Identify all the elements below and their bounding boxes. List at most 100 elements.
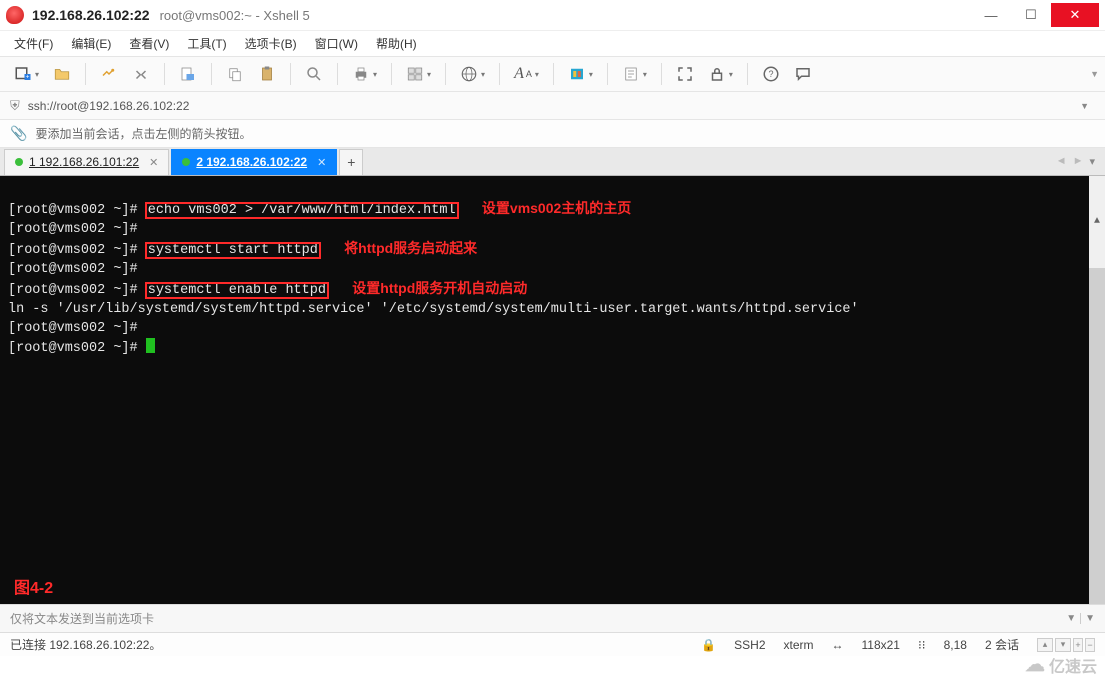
cursor-pos-icon: ⁝⁝: [918, 638, 926, 652]
tab-list-icon[interactable]: ▾: [1089, 155, 1095, 168]
new-session-button[interactable]: +▾: [10, 63, 43, 85]
separator: [661, 63, 662, 85]
session-add-button[interactable]: +: [1073, 638, 1083, 652]
help-button[interactable]: ?: [758, 63, 784, 85]
session-tab-2[interactable]: 2 192.168.26.102:22 ✕: [171, 149, 337, 175]
script-button[interactable]: ▾: [618, 63, 651, 85]
lock-button[interactable]: ▾: [704, 63, 737, 85]
separator: [85, 63, 86, 85]
watermark: ☁ 亿速云: [1025, 652, 1097, 677]
terminal-output: ln -s '/usr/lib/systemd/system/httpd.ser…: [8, 302, 859, 317]
toolbar: +▾ ▾ ▾ ▾ AA▾ ▾ ▾ ▾ ? ▼: [0, 56, 1105, 92]
session-tab-1[interactable]: 1 192.168.26.101:22 ✕: [4, 149, 169, 175]
tab-prev-icon[interactable]: ◄: [1056, 155, 1067, 168]
send-target-text[interactable]: 仅将文本发送到当前选项卡: [10, 610, 154, 627]
status-size: 118x21: [862, 638, 900, 652]
separator: [391, 63, 392, 85]
find-button[interactable]: [301, 63, 327, 85]
status-connection: 已连接 192.168.26.102:22。: [10, 636, 161, 653]
font-button[interactable]: AA▾: [510, 63, 543, 85]
session-tab-label: 2 192.168.26.102:22: [196, 155, 307, 169]
command-enable-httpd: systemctl enable httpd: [146, 283, 328, 298]
encoding-button[interactable]: ▾: [456, 63, 489, 85]
maximize-button[interactable]: ☐: [1011, 3, 1051, 27]
separator: [499, 63, 500, 85]
disconnect-button[interactable]: [128, 63, 154, 85]
terminal-pane[interactable]: [root@vms002 ~]# echo vms002 > /var/www/…: [0, 176, 1105, 604]
color-scheme-button[interactable]: ▾: [564, 63, 597, 85]
separator: [445, 63, 446, 85]
shield-icon: ⛨: [10, 98, 20, 114]
menu-bar: 文件(F) 编辑(E) 查看(V) 工具(T) 选项卡(B) 窗口(W) 帮助(…: [0, 30, 1105, 56]
session-tab-label: 1 192.168.26.101:22: [29, 155, 139, 169]
watermark-text: 亿速云: [1049, 653, 1097, 677]
command-echo: echo vms002 > /var/www/html/index.html: [146, 203, 458, 218]
prompt: [root@vms002 ~]#: [8, 203, 146, 218]
session-remove-button[interactable]: −: [1085, 638, 1095, 652]
annotation-enable: 设置httpd服务开机自动启动: [352, 280, 527, 296]
address-dropdown[interactable]: ▼: [1074, 101, 1095, 111]
prompt: [root@vms002 ~]#: [8, 321, 138, 336]
hint-bar: 📎 要添加当前会话，点击左侧的箭头按钮。: [0, 120, 1105, 148]
menu-file[interactable]: 文件(F): [14, 35, 53, 52]
menu-edit[interactable]: 编辑(E): [71, 35, 111, 52]
terminal-scrollbar[interactable]: ▲ ▼: [1089, 176, 1105, 604]
connect-button[interactable]: [96, 63, 122, 85]
prompt: [root@vms002 ~]#: [8, 341, 146, 356]
figure-label: 图4-2: [14, 579, 53, 598]
svg-text:?: ?: [768, 69, 773, 79]
menu-tabs[interactable]: 选项卡(B): [245, 35, 297, 52]
menu-window[interactable]: 窗口(W): [315, 35, 358, 52]
prompt: [root@vms002 ~]#: [8, 222, 138, 237]
status-term-type: xterm: [784, 638, 814, 652]
copy-button[interactable]: [222, 63, 248, 85]
session-nav-buttons: ▴ ▾ + −: [1037, 638, 1095, 652]
separator: [747, 63, 748, 85]
separator: [211, 63, 212, 85]
status-dot-icon: [182, 158, 190, 166]
address-url[interactable]: ssh://root@192.168.26.102:22: [28, 99, 1066, 113]
session-tabbar: 1 192.168.26.101:22 ✕ 2 192.168.26.102:2…: [0, 148, 1105, 176]
resize-icon: ↔: [832, 638, 844, 652]
add-tab-button[interactable]: +: [339, 149, 363, 175]
send-bar: 仅将文本发送到当前选项卡 ▼▼: [0, 604, 1105, 632]
status-protocol: SSH2: [734, 638, 765, 652]
status-cursor-pos: 8,18: [944, 638, 967, 652]
session-down-button[interactable]: ▾: [1055, 638, 1071, 652]
status-bar: 已连接 192.168.26.102:22。 🔒 SSH2 xterm ↔ 11…: [0, 632, 1105, 656]
scroll-thumb[interactable]: [1089, 268, 1105, 604]
send-dropdown[interactable]: ▼▼: [1066, 613, 1095, 624]
separator: [164, 63, 165, 85]
menu-view[interactable]: 查看(V): [129, 35, 169, 52]
toolbar-overflow[interactable]: ▼: [1090, 69, 1099, 79]
minimize-button[interactable]: —: [971, 3, 1011, 27]
menu-tools[interactable]: 工具(T): [187, 35, 226, 52]
scroll-up-icon[interactable]: ▲: [1089, 214, 1105, 230]
session-up-button[interactable]: ▴: [1037, 638, 1053, 652]
layout-button[interactable]: ▾: [402, 63, 435, 85]
lock-icon: 🔒: [701, 638, 716, 652]
open-button[interactable]: [49, 63, 75, 85]
feedback-button[interactable]: [790, 63, 816, 85]
prompt: [root@vms002 ~]#: [8, 243, 146, 258]
window-title-path: root@vms002:~ - Xshell 5: [160, 8, 310, 23]
address-bar: ⛨ ssh://root@192.168.26.102:22 ▼: [0, 92, 1105, 120]
close-button[interactable]: ✕: [1051, 3, 1099, 27]
pin-icon[interactable]: 📎: [10, 125, 27, 142]
paste-button[interactable]: [254, 63, 280, 85]
properties-button[interactable]: [175, 63, 201, 85]
close-tab-icon[interactable]: ✕: [149, 156, 158, 169]
menu-help[interactable]: 帮助(H): [376, 35, 417, 52]
tab-nav: ◄ ► ▾: [1056, 155, 1105, 168]
svg-text:+: +: [26, 74, 30, 81]
prompt: [root@vms002 ~]#: [8, 262, 138, 277]
fullscreen-button[interactable]: [672, 63, 698, 85]
separator: [290, 63, 291, 85]
annotation-start: 将httpd服务启动起来: [344, 240, 477, 256]
hint-text: 要添加当前会话，点击左侧的箭头按钮。: [35, 125, 251, 142]
cursor-icon: [146, 338, 155, 353]
tab-next-icon[interactable]: ►: [1073, 155, 1084, 168]
print-button[interactable]: ▾: [348, 63, 381, 85]
close-tab-icon[interactable]: ✕: [317, 156, 326, 169]
prompt: [root@vms002 ~]#: [8, 283, 146, 298]
